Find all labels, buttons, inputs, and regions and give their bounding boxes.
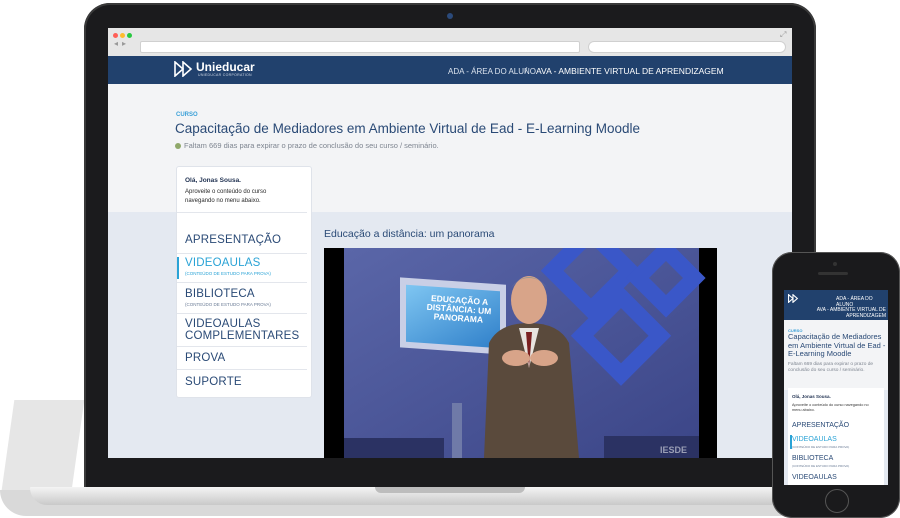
fullscreen-icon[interactable]: ⤢ [780, 30, 786, 40]
phone-menu-biblioteca-sub: (CONTEÚDO DE ESTUDO PARA PROVA) [792, 464, 850, 468]
phone-logo-icon[interactable] [788, 294, 799, 303]
menu-divider [177, 346, 307, 347]
phone-camera [833, 262, 837, 266]
close-window-icon[interactable] [113, 33, 118, 38]
active-indicator [177, 257, 179, 279]
phone-menu-videoaulas[interactable]: VIDEOAULAS [792, 436, 837, 443]
sidebar-item-suporte[interactable]: SUPORTE [185, 376, 242, 388]
address-bar[interactable] [140, 41, 580, 53]
sidebar-item-apresentacao[interactable]: APRESENTAÇÃO [185, 234, 281, 246]
course-expiry-text: Faltam 669 dias para expirar o prazo de … [184, 141, 439, 150]
logo-icon[interactable] [174, 61, 194, 77]
video-title: Educação a distância: um panorama [324, 228, 495, 240]
brand-name[interactable]: Unieducar [196, 60, 255, 74]
laptop-screen: ◂ ▸ ⤢ Unieducar UNIEDUCAR CORPORATION AD… [108, 28, 792, 458]
menu-divider [177, 313, 307, 314]
phone-home-button[interactable] [825, 489, 849, 513]
phone-menu-videoaulas-sub: (CONTEÚDO DE ESTUDO PARA PROVA) [792, 445, 850, 449]
sidebar-item-videoaulas-complementares[interactable]: VIDEOAULAS COMPLEMENTARES [185, 318, 305, 342]
forward-arrow-icon[interactable]: ▸ [122, 39, 126, 49]
video-player[interactable]: EDUCAÇÃO A DISTÂNCIA: UM PANORAMA IESDE [324, 248, 717, 458]
nav-separator: / [525, 66, 528, 75]
phone-greeting-hint: Aproveite o conteúdo do curso navegando … [792, 403, 869, 412]
phone-greeting: Olá, Jonas Sousa. [792, 394, 831, 399]
phone-menu-videoaulas-2[interactable]: VIDEOAULAS [792, 474, 837, 481]
phone-menu-biblioteca[interactable]: BIBLIOTECA [792, 455, 833, 462]
phone-course-title: Capacitação de Mediadores em Ambiente Vi… [788, 332, 886, 358]
phone-nav-ava[interactable]: AVA - AMBIENTE VIRTUAL DE APRENDIZAGEM [806, 307, 886, 319]
maximize-window-icon[interactable] [127, 33, 132, 38]
greeting-name: Olá, Jonas Sousa. [185, 177, 241, 184]
sidebar-item-prova[interactable]: PROVA [185, 352, 225, 364]
video-watermark: IESDE [660, 445, 688, 455]
phone-screen: ADA - ÁREA DO ALUNO AVA - AMBIENTE VIRTU… [784, 290, 888, 485]
clock-icon [175, 142, 181, 149]
back-arrow-icon[interactable]: ◂ [114, 39, 118, 49]
sidebar-item-videoaulas-sub: (CONTEÚDO DE ESTUDO PARA PROVA) [185, 271, 271, 276]
phone-speaker [818, 272, 848, 275]
laptop-camera [447, 13, 453, 19]
minimize-window-icon[interactable] [120, 33, 125, 38]
course-label: CURSO [176, 112, 198, 118]
sidebar-item-biblioteca-sub: (CONTEÚDO DE ESTUDO PARA PROVA) [185, 302, 271, 307]
phone-menu-apresentacao[interactable]: APRESENTAÇÃO [792, 422, 849, 429]
nav-link-ada[interactable]: ADA - ÁREA DO ALUNO [448, 67, 536, 76]
course-expiry: Faltam 669 dias para expirar o prazo de … [175, 141, 439, 150]
brand-tagline: UNIEDUCAR CORPORATION [198, 73, 252, 77]
menu-divider [177, 282, 307, 283]
menu-divider [177, 212, 307, 213]
laptop-side [1, 400, 85, 490]
phone-course-expiry: Faltam 669 dias para expirar o prazo de … [788, 362, 874, 373]
sidebar-item-videoaulas[interactable]: VIDEOAULAS [185, 257, 261, 269]
nav-link-ava[interactable]: AVA - AMBIENTE VIRTUAL DE APRENDIZAGEM [536, 66, 724, 76]
menu-divider [177, 369, 307, 370]
greeting-hint: Aproveite o conteúdo do curso navegando … [185, 189, 267, 204]
laptop-notch [375, 487, 525, 493]
browser-search-bar[interactable] [588, 41, 786, 53]
menu-divider [177, 253, 307, 254]
video-frame [324, 248, 717, 458]
course-title: Capacitação de Mediadores em Ambiente Vi… [175, 121, 641, 136]
sidebar-item-biblioteca[interactable]: BIBLIOTECA [185, 288, 255, 300]
